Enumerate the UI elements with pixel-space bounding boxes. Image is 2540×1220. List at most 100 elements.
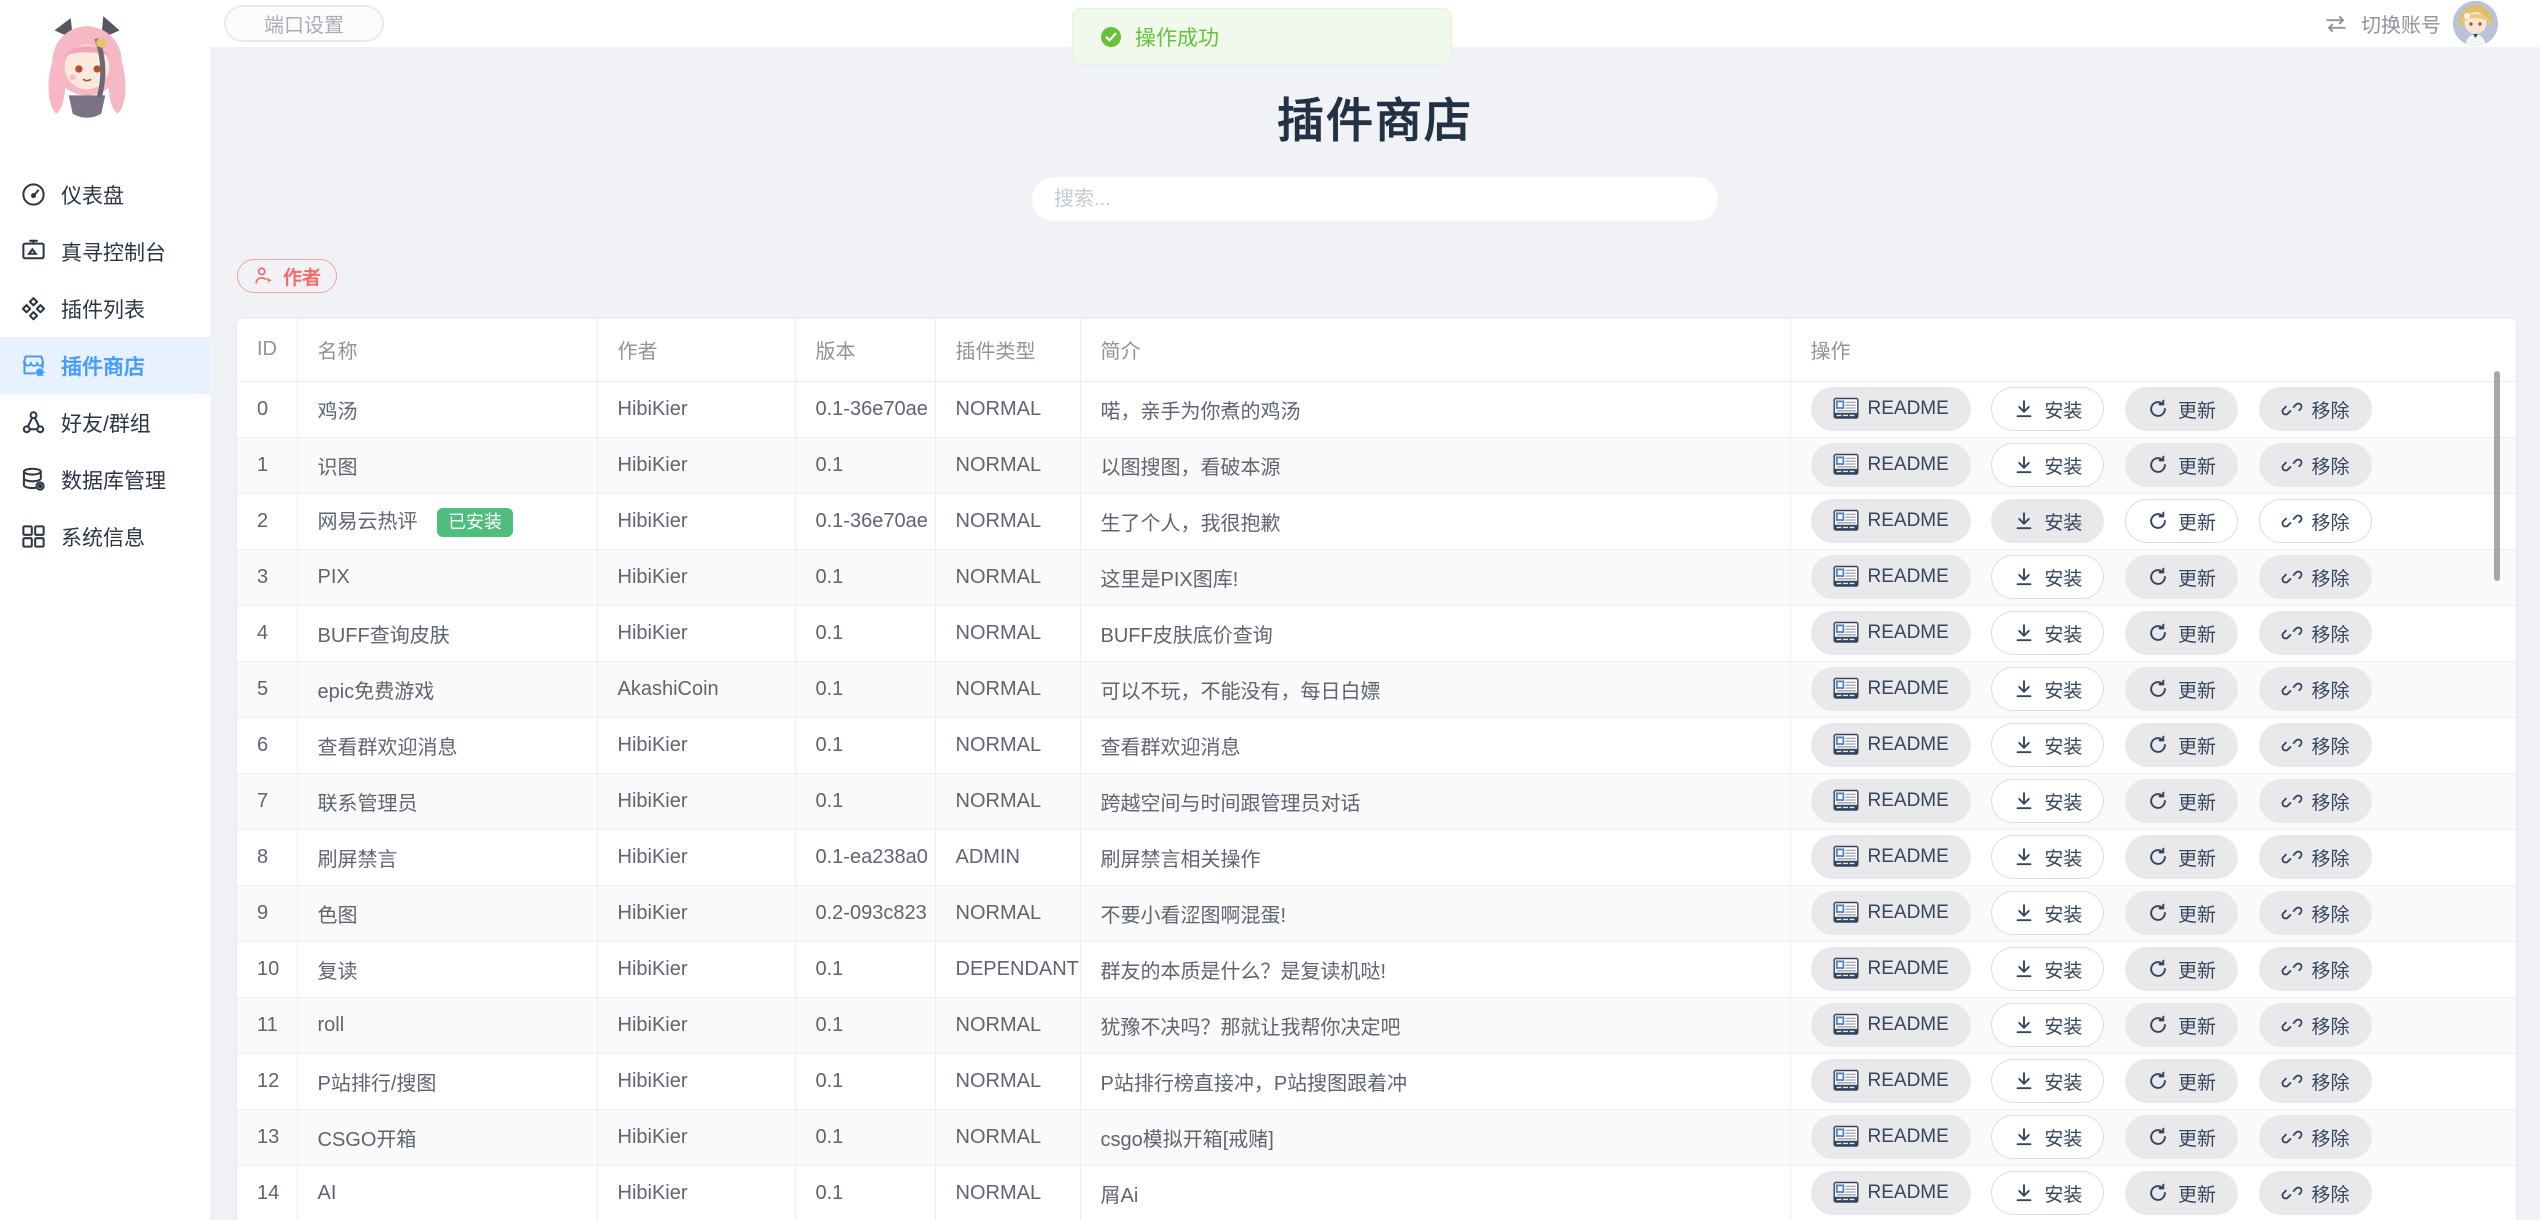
author-filter-chip[interactable]: 作者 [237, 259, 337, 293]
cell-actions: README 安装 更新 移除 [1790, 381, 2516, 437]
update-button[interactable]: 更新 [2125, 387, 2238, 431]
sidebar-item-plugin-list[interactable]: 插件列表 [0, 280, 210, 337]
remove-button[interactable]: 移除 [2259, 1115, 2372, 1159]
cell-type: NORMAL [935, 1109, 1080, 1165]
download-icon [2013, 678, 2035, 700]
readme-button[interactable]: README [1811, 1171, 1971, 1215]
remove-button[interactable]: 移除 [2259, 835, 2372, 879]
remove-button[interactable]: 移除 [2259, 387, 2372, 431]
readme-button[interactable]: README [1811, 779, 1971, 823]
install-button[interactable]: 安装 [1991, 555, 2104, 599]
readme-button[interactable]: README [1811, 1059, 1971, 1103]
update-button[interactable]: 更新 [2125, 1115, 2238, 1159]
update-button[interactable]: 更新 [2125, 779, 2238, 823]
update-button[interactable]: 更新 [2125, 667, 2238, 711]
install-button[interactable]: 安装 [1991, 723, 2104, 767]
remove-button[interactable]: 移除 [2259, 555, 2372, 599]
cell-name: CSGO开箱 [297, 1109, 597, 1165]
remove-button[interactable]: 移除 [2259, 1171, 2372, 1215]
cell-type: NORMAL [935, 381, 1080, 437]
swap-arrows-icon [2323, 11, 2349, 37]
sidebar-item-dashboard[interactable]: 仪表盘 [0, 166, 210, 223]
plugin-name: CSGO开箱 [318, 1129, 417, 1151]
remove-button[interactable]: 移除 [2259, 779, 2372, 823]
table-row: 8 刷屏禁言 HibiKier 0.1-ea238a0 ADMIN 刷屏禁言相关… [237, 829, 2516, 885]
cell-version: 0.1 [795, 941, 935, 997]
readme-button[interactable]: README [1811, 555, 1971, 599]
readme-button[interactable]: README [1811, 499, 1971, 543]
table-scrollbar-thumb[interactable] [2494, 371, 2500, 581]
install-button[interactable]: 安装 [1991, 1171, 2104, 1215]
update-button[interactable]: 更新 [2125, 611, 2238, 655]
sidebar-nav: 仪表盘 真寻控制台 插件列表 [0, 166, 210, 565]
install-button[interactable]: 安装 [1991, 891, 2104, 935]
update-button[interactable]: 更新 [2125, 723, 2238, 767]
install-button[interactable]: 安装 [1991, 835, 2104, 879]
readme-button[interactable]: README [1811, 1003, 1971, 1047]
readme-button[interactable]: README [1811, 1115, 1971, 1159]
download-icon [2013, 454, 2035, 476]
readme-button[interactable]: README [1811, 947, 1971, 991]
update-button[interactable]: 更新 [2125, 443, 2238, 487]
cell-id: 14 [237, 1165, 297, 1220]
install-button[interactable]: 安装 [1991, 611, 2104, 655]
sidebar-item-plugin-store[interactable]: 插件商店 [0, 337, 210, 394]
cell-version: 0.2-093c823 [795, 885, 935, 941]
update-button[interactable]: 更新 [2125, 499, 2238, 543]
filter-row: 作者 [237, 259, 2540, 293]
port-settings-button[interactable]: 端口设置 [224, 5, 384, 42]
readme-button[interactable]: README [1811, 835, 1971, 879]
readme-button[interactable]: README [1811, 387, 1971, 431]
cell-name: PIX [297, 549, 597, 605]
sidebar-item-friends-groups[interactable]: 好友/群组 [0, 394, 210, 451]
install-button[interactable]: 安装 [1991, 667, 2104, 711]
install-button[interactable]: 安装 [1991, 1003, 2104, 1047]
remove-button[interactable]: 移除 [2259, 723, 2372, 767]
update-button[interactable]: 更新 [2125, 1059, 2238, 1103]
sidebar-item-system-info[interactable]: 系统信息 [0, 508, 210, 565]
remove-button[interactable]: 移除 [2259, 499, 2372, 543]
update-button[interactable]: 更新 [2125, 947, 2238, 991]
remove-button[interactable]: 移除 [2259, 1059, 2372, 1103]
column-header-name: 名称 [297, 319, 597, 381]
sidebar-item-database[interactable]: 数据库管理 [0, 451, 210, 508]
download-icon [2013, 1126, 2035, 1148]
cell-author: HibiKier [597, 997, 795, 1053]
remove-button[interactable]: 移除 [2259, 891, 2372, 935]
install-button[interactable]: 安装 [1991, 387, 2104, 431]
install-button[interactable]: 安装 [1991, 1115, 2104, 1159]
user-avatar[interactable] [2453, 1, 2498, 46]
remove-button[interactable]: 移除 [2259, 443, 2372, 487]
refresh-icon [2147, 566, 2169, 588]
remove-button[interactable]: 移除 [2259, 1003, 2372, 1047]
update-button[interactable]: 更新 [2125, 1171, 2238, 1215]
readme-button[interactable]: README [1811, 443, 1971, 487]
search-input[interactable] [1032, 177, 1718, 221]
remove-button[interactable]: 移除 [2259, 947, 2372, 991]
remove-label: 移除 [2312, 1012, 2350, 1039]
readme-button[interactable]: README [1811, 723, 1971, 767]
unlink-icon [2281, 510, 2303, 532]
sidebar-item-console[interactable]: 真寻控制台 [0, 223, 210, 280]
cell-id: 11 [237, 997, 297, 1053]
cell-type: NORMAL [935, 493, 1080, 549]
account-switcher[interactable]: 切换账号 [2323, 1, 2540, 46]
readme-button[interactable]: README [1811, 667, 1971, 711]
update-button[interactable]: 更新 [2125, 555, 2238, 599]
readme-button[interactable]: README [1811, 891, 1971, 935]
readme-button[interactable]: README [1811, 611, 1971, 655]
cell-version: 0.1 [795, 997, 935, 1053]
remove-button[interactable]: 移除 [2259, 667, 2372, 711]
update-button[interactable]: 更新 [2125, 1003, 2238, 1047]
cell-author: HibiKier [597, 1165, 795, 1220]
install-button[interactable]: 安装 [1991, 1059, 2104, 1103]
install-button[interactable]: 安装 [1991, 779, 2104, 823]
remove-button[interactable]: 移除 [2259, 611, 2372, 655]
install-button[interactable]: 安装 [1991, 499, 2104, 543]
update-label: 更新 [2178, 900, 2216, 927]
update-button[interactable]: 更新 [2125, 891, 2238, 935]
install-button[interactable]: 安装 [1991, 443, 2104, 487]
install-button[interactable]: 安装 [1991, 947, 2104, 991]
sidebar-item-label: 插件列表 [61, 294, 145, 324]
update-button[interactable]: 更新 [2125, 835, 2238, 879]
